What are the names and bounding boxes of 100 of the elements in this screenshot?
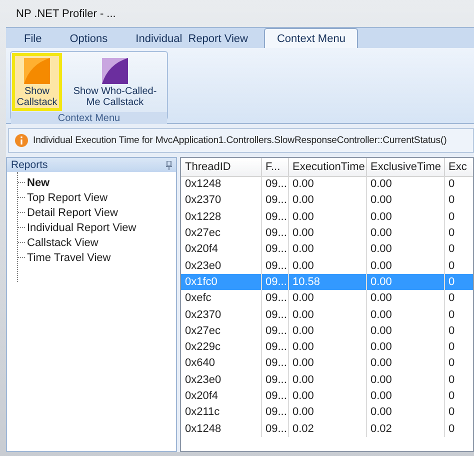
table-cell: 09... bbox=[261, 322, 288, 339]
table-cell: 0x1248 bbox=[181, 176, 261, 192]
table-row[interactable]: 0x20f4 09... 0.00 0.00 0 bbox=[181, 241, 473, 258]
table-cell: 0.02 bbox=[366, 420, 444, 437]
table-cell: 0x1248 bbox=[181, 420, 261, 437]
table-cell: 0 bbox=[444, 208, 473, 225]
tree-item[interactable]: Time Travel View bbox=[18, 250, 176, 265]
table-cell: 0.00 bbox=[288, 241, 366, 258]
table-cell: 0.00 bbox=[366, 290, 444, 306]
info-icon bbox=[15, 134, 28, 147]
ribbon-button[interactable]: Show Callstack bbox=[12, 53, 62, 111]
tree-item[interactable]: Detail Report View bbox=[18, 205, 176, 220]
table-cell: 0.00 bbox=[366, 322, 444, 339]
tree-item[interactable]: Top Report View bbox=[18, 190, 176, 205]
tree-item[interactable]: Callstack View bbox=[18, 235, 176, 250]
table-cell: 0.00 bbox=[366, 372, 444, 388]
table-cell: 0.00 bbox=[366, 192, 444, 209]
tree-item[interactable]: Individual Report View bbox=[18, 220, 176, 235]
table-cell: 0 bbox=[444, 176, 473, 192]
ribbon-button[interactable]: Show Who-Called-Me Callstack bbox=[64, 53, 166, 111]
table-cell: 0 bbox=[444, 372, 473, 388]
table-cell: 0.00 bbox=[288, 404, 366, 420]
table-cell: 0 bbox=[444, 290, 473, 306]
table-cell: 0.00 bbox=[366, 208, 444, 225]
table-cell: 0 bbox=[444, 355, 473, 372]
ribbon-tab[interactable]: Individual Report View bbox=[124, 30, 260, 48]
table-cell: 0.00 bbox=[288, 208, 366, 225]
table-cell: 0x211c bbox=[181, 404, 261, 420]
group-label: Context Menu bbox=[11, 112, 167, 125]
table-cell: 0.00 bbox=[366, 176, 444, 192]
table-cell: 09... bbox=[261, 338, 288, 356]
table-row[interactable]: 0x640 09... 0.00 0.00 0 bbox=[181, 355, 473, 372]
table-cell: 0xefc bbox=[181, 290, 261, 306]
table-cell: 0.00 bbox=[288, 192, 366, 209]
table-row[interactable]: 0x229c 09... 0.00 0.00 0 bbox=[181, 338, 473, 356]
table-cell: 0x27ec bbox=[181, 322, 261, 339]
table-cell: 09... bbox=[261, 388, 288, 404]
table-cell: 0x20f4 bbox=[181, 241, 261, 258]
table-row[interactable]: 0x211c 09... 0.00 0.00 0 bbox=[181, 404, 473, 420]
table-cell: 0.00 bbox=[366, 274, 444, 290]
table-cell: 0.00 bbox=[288, 306, 366, 323]
table-cell: 09... bbox=[261, 404, 288, 420]
table-cell: 0x27ec bbox=[181, 224, 261, 242]
column-header[interactable]: Exc bbox=[444, 158, 473, 176]
table-row[interactable]: 0x2370 09... 0.00 0.00 0 bbox=[181, 306, 473, 323]
table-row[interactable]: 0xefc 09... 0.00 0.00 0 bbox=[181, 290, 473, 306]
table-cell: 0 bbox=[444, 241, 473, 258]
table-cell: 0.00 bbox=[288, 224, 366, 242]
table-cell: 0.00 bbox=[366, 306, 444, 323]
table-cell: 0.00 bbox=[366, 338, 444, 356]
table-cell: 0 bbox=[444, 192, 473, 209]
table-cell: 0x1fc0 bbox=[181, 274, 261, 290]
table-row[interactable]: 0x27ec 09... 0.00 0.00 0 bbox=[181, 224, 473, 242]
table-cell: 09... bbox=[261, 274, 288, 290]
table-cell: 0x2370 bbox=[181, 306, 261, 323]
table-cell: 0x23e0 bbox=[181, 372, 261, 388]
table-cell: 0 bbox=[444, 338, 473, 356]
table-cell: 0x20f4 bbox=[181, 388, 261, 404]
column-header[interactable]: ThreadID bbox=[181, 158, 261, 176]
table-cell: 0 bbox=[444, 306, 473, 323]
table-cell: 0 bbox=[444, 420, 473, 437]
column-header[interactable]: ExclusiveTime bbox=[366, 158, 444, 176]
table-row[interactable]: 0x1228 09... 0.00 0.00 0 bbox=[181, 208, 473, 225]
window-title: NP .NET Profiler - ... bbox=[16, 8, 116, 20]
table-row[interactable]: 0x20f4 09... 0.00 0.00 0 bbox=[181, 388, 473, 404]
table-cell: 0.00 bbox=[366, 404, 444, 420]
table-cell: 0.00 bbox=[366, 388, 444, 404]
table-cell: 0.00 bbox=[366, 224, 444, 242]
table-cell: 09... bbox=[261, 420, 288, 437]
table-cell: 0.00 bbox=[288, 290, 366, 306]
table-cell: 0.02 bbox=[288, 420, 366, 437]
table-cell: 09... bbox=[261, 372, 288, 388]
table-cell: 09... bbox=[261, 192, 288, 209]
table-row[interactable]: 0x27ec 09... 0.00 0.00 0 bbox=[181, 322, 473, 339]
table-cell: 09... bbox=[261, 208, 288, 225]
table-row[interactable]: 0x23e0 09... 0.00 0.00 0 bbox=[181, 372, 473, 388]
ribbon-tab[interactable]: Context Menu bbox=[264, 28, 358, 48]
tree-item[interactable]: New bbox=[18, 175, 176, 190]
column-header[interactable]: F... bbox=[261, 158, 288, 176]
table-cell: 09... bbox=[261, 355, 288, 372]
table-row[interactable]: 0x1248 09... 0.00 0.00 0 bbox=[181, 176, 473, 192]
table-cell: 0 bbox=[444, 322, 473, 339]
table-row[interactable]: 0x1248 09... 0.02 0.02 0 bbox=[181, 420, 473, 437]
table-cell: 09... bbox=[261, 290, 288, 306]
table-row[interactable]: 0x2370 09... 0.00 0.00 0 bbox=[181, 192, 473, 209]
pin-icon[interactable] bbox=[166, 160, 172, 170]
table-cell: 0.00 bbox=[288, 322, 366, 339]
table-cell: 09... bbox=[261, 241, 288, 258]
table-cell: 0.00 bbox=[288, 355, 366, 372]
table-cell: 0.00 bbox=[366, 355, 444, 372]
table-cell: 0x2370 bbox=[181, 192, 261, 209]
ribbon-tab[interactable]: Options bbox=[58, 30, 120, 48]
table-cell: 0.00 bbox=[288, 338, 366, 356]
table-cell: 09... bbox=[261, 306, 288, 323]
table-cell: 0 bbox=[444, 404, 473, 420]
table-cell: 0 bbox=[444, 224, 473, 242]
table-cell: 0.00 bbox=[288, 388, 366, 404]
column-header[interactable]: ExecutionTime bbox=[288, 158, 366, 176]
table-cell: 0x229c bbox=[181, 338, 261, 356]
ribbon-tab[interactable]: File bbox=[12, 30, 54, 48]
